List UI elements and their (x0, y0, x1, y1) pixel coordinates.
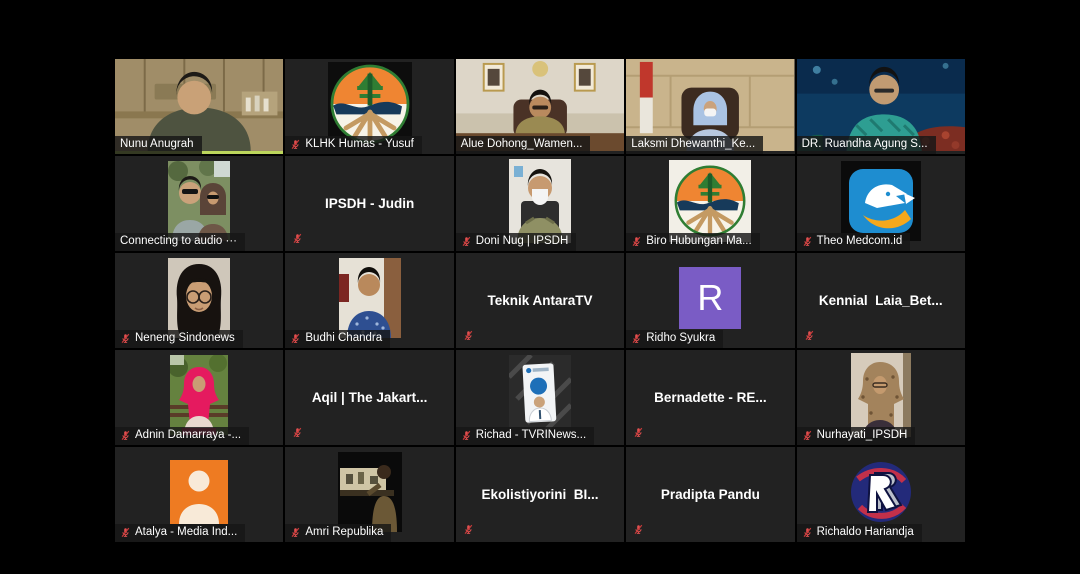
muted-mic-icon (461, 236, 472, 247)
participant-tile[interactable]: Atalya - Media Ind... (115, 447, 283, 542)
participant-name: Ekolistiyorini BI... (481, 488, 598, 502)
participant-name: Ridho Syukra (646, 333, 715, 345)
participant-tile[interactable]: Doni Nug | IPSDH (456, 156, 624, 251)
participant-tile[interactable]: Budhi Chandra (285, 253, 453, 348)
participant-name: Biro Hubungan Ma... (646, 236, 751, 248)
participant-name: Richaldo Hariandja (817, 527, 914, 539)
name-label: Atalya - Media Ind... (115, 524, 245, 543)
participant-tile[interactable]: Neneng Sindonews (115, 253, 283, 348)
participant-tile[interactable]: IPSDH - Judin (285, 156, 453, 251)
participant-tile[interactable]: Aqil | The Jakart... (285, 350, 453, 445)
muted-mic-icon (633, 524, 644, 535)
participant-tile[interactable]: Alue Dohong_Wamen... (456, 59, 624, 154)
participant-tile[interactable]: Richaldo Hariandja (797, 447, 965, 542)
name-label: Kennial Laia_Bet... (797, 253, 965, 348)
name-label: KLHK Humas - Yusuf (285, 136, 421, 155)
muted-mic-icon (631, 236, 642, 247)
name-label: Richad - TVRINews... (456, 427, 594, 446)
muted-mic-icon (463, 330, 474, 341)
participant-grid: Nunu Anugrah KLHK Humas - Yusuf Alue Doh… (115, 59, 965, 542)
participant-name: Richad - TVRINews... (476, 430, 586, 442)
participant-name: Alue Dohong_Wamen... (461, 139, 583, 151)
avatar-initial: R (679, 267, 741, 329)
name-label: Bernadette - RE... (626, 350, 794, 445)
participant-name: Nunu Anugrah (120, 139, 194, 151)
name-label: Alue Dohong_Wamen... (456, 136, 591, 155)
muted-mic-icon (292, 233, 303, 244)
muted-mic-icon (290, 139, 301, 150)
participant-tile[interactable]: Bernadette - RE... (626, 350, 794, 445)
muted-mic-icon (631, 333, 642, 344)
meeting-canvas: { "app": { "view": "gallery" }, "colors"… (0, 0, 1080, 574)
muted-mic-icon (120, 430, 131, 441)
participant-name: Kennial Laia_Bet... (819, 294, 943, 308)
participant-name: Bernadette - RE... (654, 391, 767, 405)
participant-tile[interactable]: Adnin Damarraya -... (115, 350, 283, 445)
participant-tile[interactable]: DR. Ruandha Agung S... (797, 59, 965, 154)
name-label: Ridho Syukra (626, 330, 723, 349)
participant-tile[interactable]: Laksmi Dhewanthi_Ke... (626, 59, 794, 154)
participant-name: Aqil | The Jakart... (312, 391, 428, 405)
participant-name: DR. Ruandha Agung S... (802, 139, 928, 151)
muted-mic-icon (802, 236, 813, 247)
name-label: Laksmi Dhewanthi_Ke... (626, 136, 763, 155)
participant-name: Amri Republika (305, 527, 383, 539)
participant-tile[interactable]: KLHK Humas - Yusuf (285, 59, 453, 154)
participant-name: Atalya - Media Ind... (135, 527, 237, 539)
participant-tile[interactable]: Amri Republika (285, 447, 453, 542)
name-label: Budhi Chandra (285, 330, 390, 349)
name-label: Amri Republika (285, 524, 391, 543)
name-label: Neneng Sindonews (115, 330, 243, 349)
participant-tile[interactable]: Biro Hubungan Ma... (626, 156, 794, 251)
participant-name: Pradipta Pandu (661, 488, 760, 502)
participant-name: Teknik AntaraTV (487, 294, 592, 308)
name-label: Nurhayati_IPSDH (797, 427, 916, 446)
name-label: Teknik AntaraTV (456, 253, 624, 348)
muted-mic-icon (292, 427, 303, 438)
muted-mic-icon (120, 527, 131, 538)
name-label: Nunu Anugrah (115, 136, 202, 155)
muted-mic-icon (290, 333, 301, 344)
participant-name: Budhi Chandra (305, 333, 382, 345)
participant-tile[interactable]: Theo Medcom.id (797, 156, 965, 251)
participant-name: Doni Nug | IPSDH (476, 236, 568, 248)
participant-tile[interactable]: Kennial Laia_Bet... (797, 253, 965, 348)
participant-name: Nurhayati_IPSDH (817, 430, 908, 442)
participant-tile[interactable]: Connecting to audio ··· (115, 156, 283, 251)
muted-mic-icon (120, 333, 131, 344)
name-label: Theo Medcom.id (797, 233, 911, 252)
muted-mic-icon (463, 524, 474, 535)
name-label: Biro Hubungan Ma... (626, 233, 759, 252)
participant-tile[interactable]: Nurhayati_IPSDH (797, 350, 965, 445)
muted-mic-icon (633, 427, 644, 438)
participant-tile[interactable]: Nunu Anugrah (115, 59, 283, 154)
participant-tile[interactable]: Pradipta Pandu (626, 447, 794, 542)
participant-name: Neneng Sindonews (135, 333, 235, 345)
muted-mic-icon (804, 330, 815, 341)
participant-tile[interactable]: Richad - TVRINews... (456, 350, 624, 445)
name-label: DR. Ruandha Agung S... (797, 136, 936, 155)
name-label: Doni Nug | IPSDH (456, 233, 576, 252)
participant-name: Laksmi Dhewanthi_Ke... (631, 139, 755, 151)
muted-mic-icon (461, 430, 472, 441)
name-label: Adnin Damarraya -... (115, 427, 249, 446)
name-label: Pradipta Pandu (626, 447, 794, 542)
participant-name: Theo Medcom.id (817, 236, 903, 248)
muted-mic-icon (802, 527, 813, 538)
participant-name: Adnin Damarraya -... (135, 430, 241, 442)
name-label: Ekolistiyorini BI... (456, 447, 624, 542)
participant-name: KLHK Humas - Yusuf (305, 139, 413, 151)
participant-tile[interactable]: Teknik AntaraTV (456, 253, 624, 348)
muted-mic-icon (290, 527, 301, 538)
participant-name: Connecting to audio ··· (120, 236, 237, 248)
participant-tile[interactable]: Ekolistiyorini BI... (456, 447, 624, 542)
name-label: Aqil | The Jakart... (285, 350, 453, 445)
name-label: Richaldo Hariandja (797, 524, 922, 543)
participant-tile[interactable]: R Ridho Syukra (626, 253, 794, 348)
participant-name: IPSDH - Judin (325, 197, 414, 211)
name-label: Connecting to audio ··· (115, 233, 245, 252)
muted-mic-icon (802, 430, 813, 441)
name-label: IPSDH - Judin (285, 156, 453, 251)
